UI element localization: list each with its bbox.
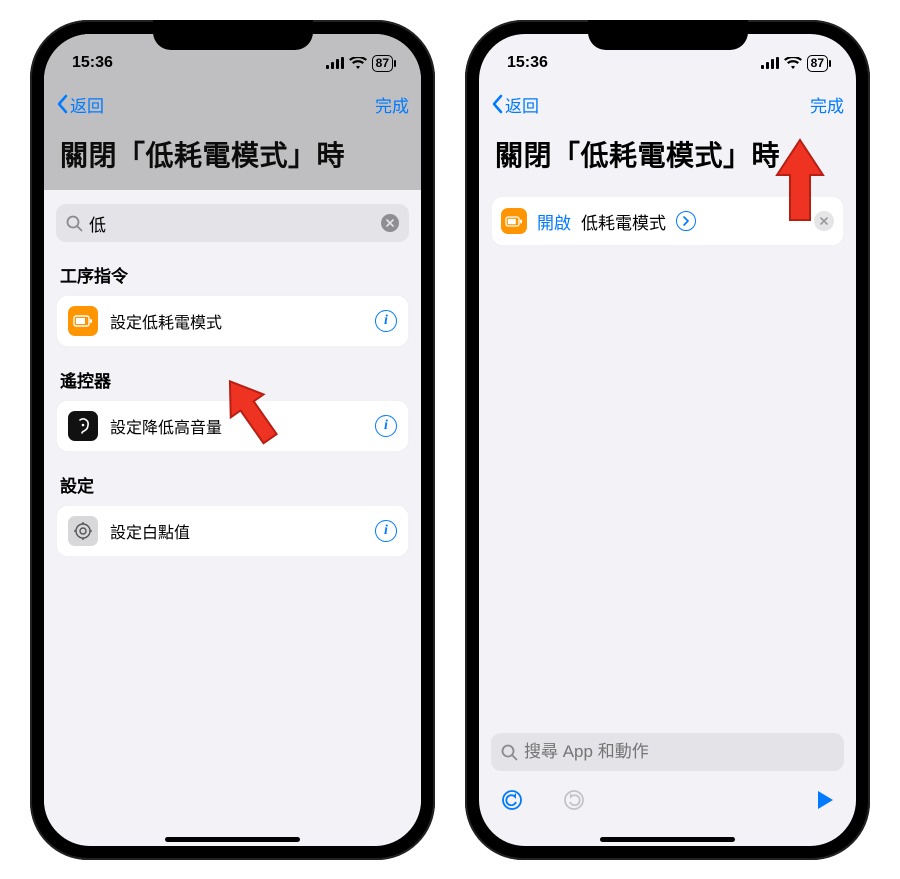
phone-left: 15:36 87 返回 完成 關閉「低耗電模式」時 [30, 20, 435, 860]
info-icon[interactable]: i [375, 415, 397, 437]
redo-icon [563, 789, 585, 817]
status-right: 87 [761, 55, 828, 72]
battery-icon: 87 [807, 55, 828, 72]
wifi-icon [784, 57, 802, 70]
header-dimmed: 15:36 87 返回 完成 關閉「低耗電模式」時 [44, 34, 421, 190]
done-button[interactable]: 完成 [810, 92, 844, 117]
search-icon [66, 215, 83, 232]
ear-icon [68, 411, 98, 441]
target-label[interactable]: 低耗電模式 [581, 209, 666, 234]
back-button[interactable]: 返回 [491, 92, 539, 117]
expand-icon[interactable] [676, 211, 696, 231]
search-bottom[interactable] [491, 733, 844, 771]
home-indicator[interactable] [600, 837, 735, 842]
battery-icon [501, 208, 527, 234]
info-icon[interactable]: i [375, 520, 397, 542]
play-icon[interactable] [816, 790, 834, 816]
delete-icon[interactable] [814, 211, 834, 231]
nav-bar: 返回 完成 [479, 82, 856, 126]
search-input[interactable] [89, 213, 375, 233]
action-white-point[interactable]: 設定白點值 i [56, 505, 409, 557]
content-area: 開啟 低耗電模式 [479, 190, 856, 733]
screen-right: 15:36 87 返回 完成 關閉「低耗電模式」時 [479, 34, 856, 846]
notch [153, 20, 313, 50]
action-label: 設定降低高音量 [110, 414, 363, 438]
info-icon[interactable]: i [375, 310, 397, 332]
undo-icon[interactable] [501, 789, 523, 817]
search-icon [501, 744, 518, 761]
nav-bar: 返回 完成 [44, 82, 421, 126]
phone-right: 15:36 87 返回 完成 關閉「低耗電模式」時 [465, 20, 870, 860]
signal-icon [326, 57, 344, 69]
status-right: 87 [326, 55, 393, 72]
screen-left: 15:36 87 返回 完成 關閉「低耗電模式」時 [44, 34, 421, 846]
section-label-2: 設定 [60, 472, 405, 497]
battery-icon [68, 306, 98, 336]
chevron-left-icon [491, 94, 503, 114]
back-button[interactable]: 返回 [56, 92, 104, 117]
settings-icon [68, 516, 98, 546]
page-title: 關閉「低耗電模式」時 [479, 126, 856, 190]
page-title: 關閉「低耗電模式」時 [44, 126, 421, 190]
clear-icon[interactable] [381, 214, 399, 232]
wifi-icon [349, 57, 367, 70]
action-label: 設定白點值 [110, 519, 363, 543]
chevron-left-icon [56, 94, 68, 114]
signal-icon [761, 57, 779, 69]
action-row-low-power[interactable]: 開啟 低耗電模式 [491, 196, 844, 246]
bottom-panel [479, 733, 856, 831]
back-label: 返回 [505, 92, 539, 117]
battery-icon: 87 [372, 55, 393, 72]
search-box[interactable] [56, 204, 409, 242]
action-set-low-power[interactable]: 設定低耗電模式 i [56, 295, 409, 347]
open-label[interactable]: 開啟 [537, 209, 571, 234]
action-reduce-volume[interactable]: 設定降低高音量 i [56, 400, 409, 452]
action-label: 設定低耗電模式 [110, 309, 363, 333]
home-indicator[interactable] [165, 837, 300, 842]
back-label: 返回 [70, 92, 104, 117]
search-sheet: 工序指令 設定低耗電模式 i 遙控器 設定降低高音量 i 設定 [44, 190, 421, 831]
section-label-0: 工序指令 [60, 262, 405, 287]
done-button[interactable]: 完成 [375, 92, 409, 117]
status-time: 15:36 [72, 54, 113, 72]
section-label-1: 遙控器 [60, 367, 405, 392]
search-input-bottom[interactable] [524, 742, 834, 762]
toolbar [491, 785, 844, 823]
notch [588, 20, 748, 50]
status-time: 15:36 [507, 54, 548, 72]
